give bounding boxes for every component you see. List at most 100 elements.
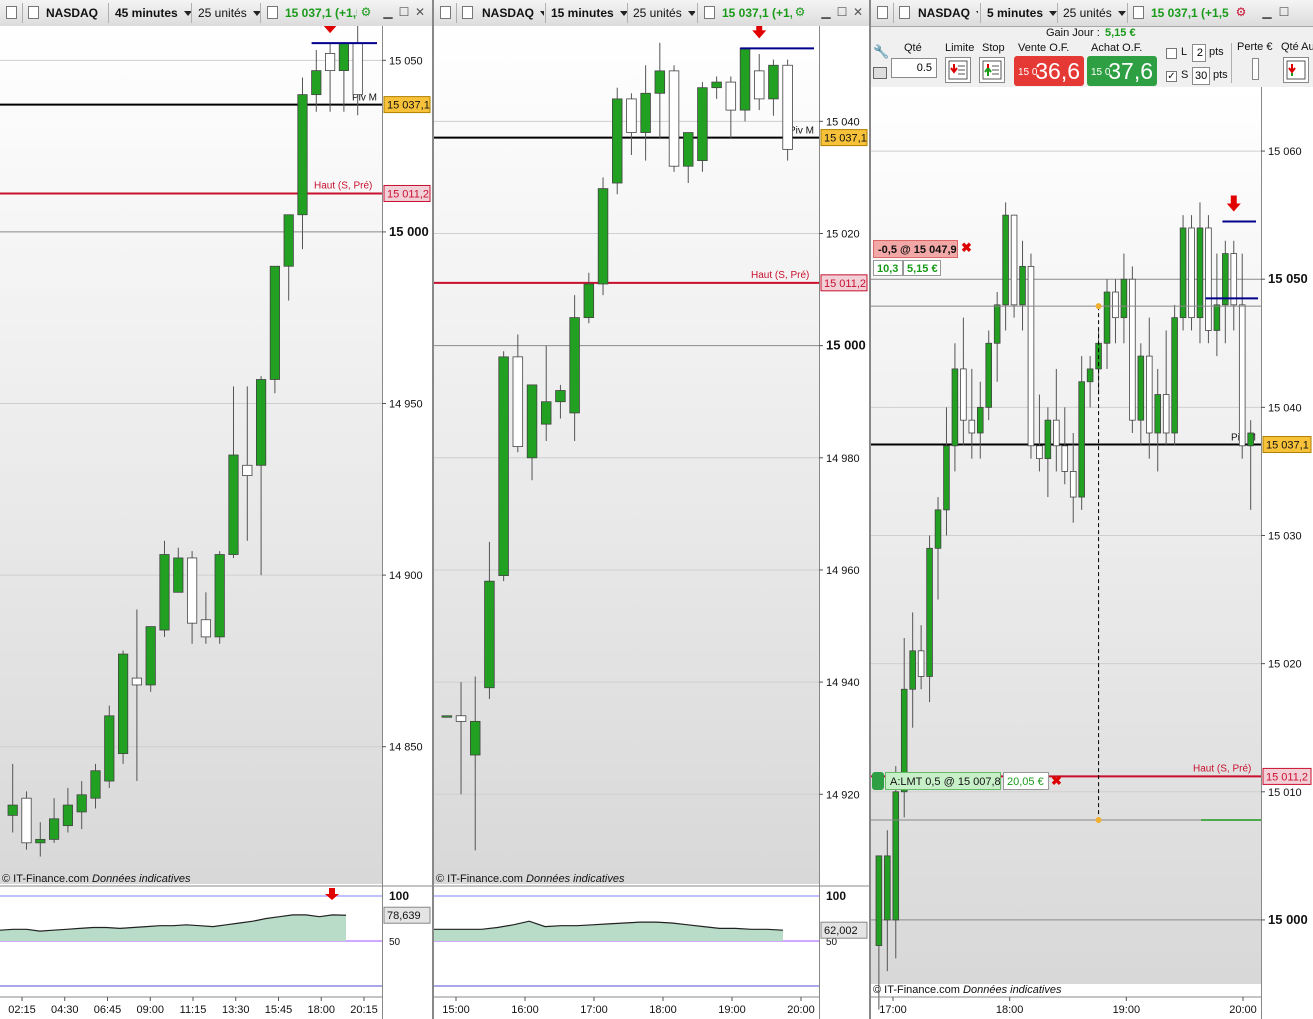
candle-body (926, 547, 933, 677)
gear-icon[interactable]: ⚙ (794, 6, 806, 18)
chart-icon[interactable] (704, 6, 715, 19)
candle-body (1078, 381, 1085, 498)
y-tick-label: 15 000 (389, 224, 429, 239)
interval-select[interactable]: 45 minutes (115, 0, 191, 26)
price-chart[interactable]: 15 05015 00014 95014 90014 850Piv M15 03… (0, 26, 432, 1019)
last-price-tag: 15 037,1 (+1,5 (285, 6, 357, 20)
price-tag-label: 15 037,1 (1266, 440, 1309, 452)
minimize-icon[interactable]: ▁ (382, 6, 394, 18)
stop-order-icon[interactable] (979, 57, 1005, 83)
candle-body (934, 509, 942, 549)
haut-price-label: 15 011,2 (1266, 771, 1308, 783)
maximize-icon[interactable]: ☐ (398, 6, 410, 18)
wrench-icon[interactable]: 🔧 (873, 44, 889, 60)
instrument-select[interactable]: NASDAQ (482, 0, 544, 26)
chart-background (0, 26, 382, 884)
window-restore-icon[interactable] (899, 6, 910, 19)
interval-select[interactable]: 5 minutes (987, 0, 1061, 26)
instrument-select[interactable]: NASDAQ (46, 0, 104, 26)
stop-pts-input[interactable] (1192, 67, 1210, 85)
interval-select[interactable]: 15 minutes (551, 0, 627, 26)
chart-icon[interactable] (1133, 6, 1144, 19)
chart-icon[interactable] (267, 6, 278, 19)
panel-divider[interactable] (869, 0, 871, 1019)
chart-icon[interactable] (440, 6, 451, 19)
x-tick-label: 18:00 (307, 1004, 335, 1016)
candle-body (1086, 368, 1094, 383)
position-pts: 10,3 (873, 260, 903, 276)
candle-body (1061, 445, 1069, 472)
window-restore-icon[interactable] (462, 6, 473, 19)
candle-body (1222, 253, 1229, 306)
last-price-tag: 15 037,1 (+1,56 (1151, 6, 1229, 20)
limit-l-label: L (1181, 46, 1188, 58)
chart-icon[interactable] (6, 6, 17, 19)
slider-handle[interactable] (1252, 58, 1259, 80)
window-restore-icon[interactable] (28, 6, 39, 19)
maximize-icon[interactable]: ☐ (836, 6, 848, 18)
y-tick-label: 15 020 (826, 228, 860, 240)
chart-panel-5min: NASDAQ 5 minutes 25 unités 15 037,1 (+1,… (871, 0, 1313, 1019)
perte-label: Perte € (1237, 41, 1273, 53)
close-icon[interactable]: ✖ (961, 240, 972, 256)
gear-icon[interactable]: ⚙ (1235, 6, 1247, 18)
x-tick-label: 20:15 (350, 1004, 378, 1016)
candle-body (49, 818, 60, 840)
order-tag[interactable]: A:LMT 0,5 @ 15 007,8 (885, 772, 1001, 790)
limit-pts-input[interactable] (1192, 44, 1206, 62)
candle-body (1154, 394, 1161, 434)
close-icon[interactable]: ✖ (1051, 772, 1062, 790)
candle-body (1036, 445, 1043, 460)
close-icon[interactable]: ✕ (414, 6, 426, 18)
sell-button[interactable]: 15 0 36,6 (1014, 56, 1084, 86)
minimize-icon[interactable]: ▁ (1261, 6, 1273, 18)
candle-body (90, 770, 101, 799)
units-select[interactable]: 25 unités (633, 0, 695, 26)
position-tag[interactable]: -0,5 @ 15 047,9 (873, 240, 958, 258)
candle-body (131, 677, 142, 686)
candle-body (1247, 432, 1254, 447)
price-axis-background (819, 26, 869, 1019)
minimize-icon[interactable]: ▁ (820, 6, 832, 18)
calculator-icon[interactable] (873, 67, 887, 79)
units-select[interactable]: 25 unités (198, 0, 260, 26)
buy-button[interactable]: 15 0 37,6 (1087, 56, 1157, 86)
chart-icon[interactable] (877, 6, 888, 19)
calculator-icon[interactable] (1283, 57, 1309, 83)
x-tick-label: 17:00 (580, 1004, 608, 1016)
candle-body (297, 94, 308, 216)
oscillator-top-label: 100 (389, 889, 409, 903)
maximize-icon[interactable]: ☐ (1278, 6, 1290, 18)
candle-body (1027, 265, 1035, 447)
candle-body (782, 64, 793, 150)
close-icon[interactable]: ✕ (852, 6, 864, 18)
price-chart[interactable]: 15 060 15 050 15 040 15 030 15 020 15 010 15 0… (871, 87, 1313, 1019)
candle-body (739, 48, 751, 111)
y-tick-label: 14 980 (826, 453, 860, 465)
candle-body (1010, 214, 1018, 306)
oscillator-mid-label: 50 (389, 937, 401, 948)
candle-body (583, 283, 595, 319)
panel-divider[interactable] (432, 0, 434, 1019)
candle-body (1230, 253, 1238, 306)
candle-body (338, 42, 349, 72)
units-select[interactable]: 25 unités (1063, 0, 1127, 26)
instrument-select[interactable]: NASDAQ (918, 0, 978, 26)
candle-body (512, 356, 524, 447)
haut-price-label: 15 011,2 (387, 188, 429, 200)
candle-body (968, 419, 976, 434)
candle-body (35, 838, 46, 844)
price-chart[interactable]: 15 040 15 020 15 000 14 980 14 960 14 940 14 9… (434, 26, 869, 1019)
candle-body (768, 64, 779, 100)
x-tick-label: 19:00 (1113, 1004, 1141, 1016)
limit-checkbox[interactable] (1166, 48, 1177, 59)
stop-checkbox[interactable]: ✓ (1166, 71, 1177, 82)
limit-order-icon[interactable] (945, 57, 971, 83)
oscillator-value-label: 62,002 (824, 925, 858, 937)
gear-icon[interactable]: ⚙ (360, 6, 372, 18)
candle-body (228, 454, 239, 555)
order-handle[interactable] (872, 772, 884, 790)
candle-body (470, 720, 481, 756)
qty-input[interactable] (891, 58, 937, 78)
candle-body (753, 70, 765, 100)
